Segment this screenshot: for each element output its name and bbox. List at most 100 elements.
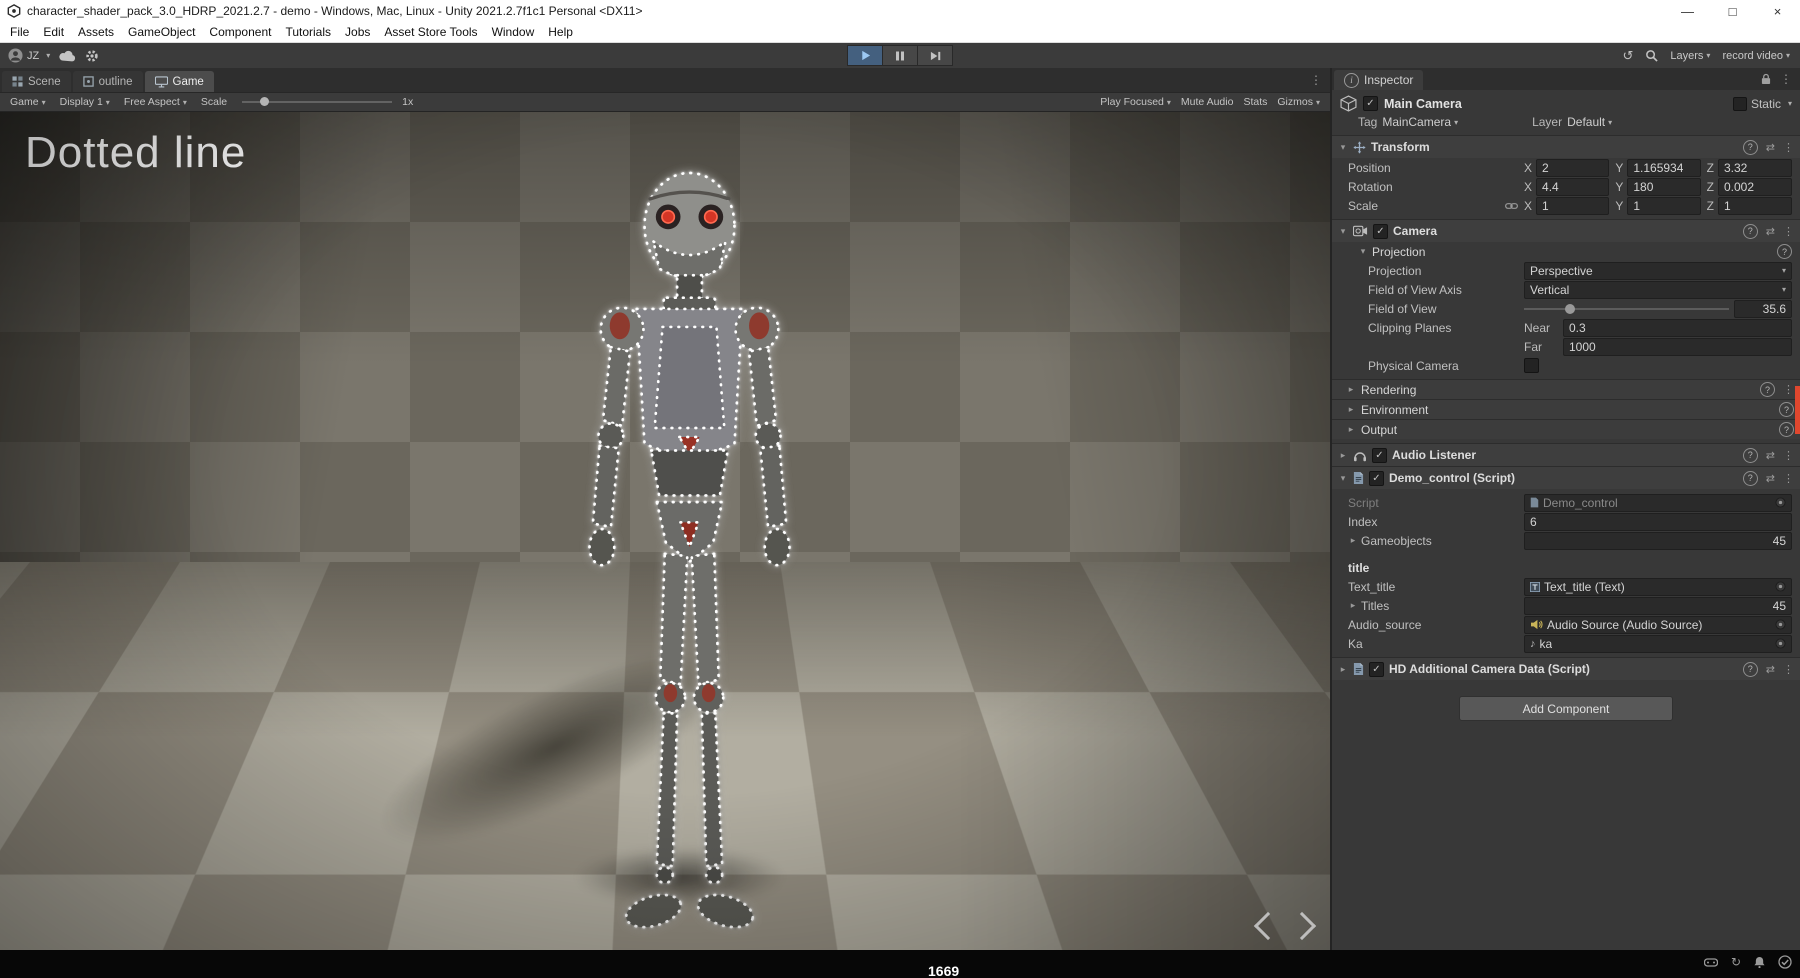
scale-y-field[interactable]: 1: [1627, 196, 1701, 215]
close-button[interactable]: ×: [1755, 0, 1800, 22]
audio-listener-header[interactable]: ▸ ✓ Audio Listener ? ⇄ ⋮: [1332, 443, 1800, 466]
position-x-field[interactable]: 2: [1536, 158, 1610, 177]
camera-header[interactable]: ▾ ✓ Camera ? ⇄ ⋮: [1332, 219, 1800, 242]
tag-dropdown[interactable]: MainCamera ▾: [1382, 115, 1458, 129]
tab-outline[interactable]: outline: [72, 71, 143, 92]
foldout-icon[interactable]: ▾: [1358, 246, 1368, 257]
fov-value-field[interactable]: 35.6: [1734, 299, 1792, 318]
gameobject-active-checkbox[interactable]: ✓: [1363, 96, 1378, 111]
search-icon[interactable]: [1645, 49, 1659, 62]
foldout-icon[interactable]: ▸: [1346, 404, 1356, 415]
layer-dropdown[interactable]: Default ▾: [1567, 115, 1612, 129]
presets-icon[interactable]: ⇄: [1766, 472, 1775, 485]
object-picker-icon[interactable]: [1775, 638, 1786, 649]
help-icon[interactable]: ?: [1742, 447, 1758, 463]
presets-icon[interactable]: ⇄: [1766, 449, 1775, 462]
object-picker-icon[interactable]: [1775, 581, 1786, 592]
bell-icon[interactable]: [1754, 956, 1765, 968]
menu-asset-store-tools[interactable]: Asset Store Tools: [377, 25, 484, 39]
camera-enabled-checkbox[interactable]: ✓: [1373, 223, 1388, 239]
tabstrip-menu-icon[interactable]: ⋮: [1310, 73, 1322, 87]
scale-link-icon[interactable]: [1505, 202, 1524, 210]
pause-button[interactable]: [883, 45, 918, 66]
help-icon[interactable]: ?: [1777, 244, 1792, 259]
progress-check-icon[interactable]: [1778, 955, 1792, 969]
component-menu-icon[interactable]: ⋮: [1783, 225, 1794, 238]
foldout-icon[interactable]: ▸: [1346, 384, 1356, 395]
static-checkbox[interactable]: ✓: [1732, 96, 1747, 111]
foldout-icon[interactable]: ▸: [1346, 424, 1356, 435]
output-foldout[interactable]: ▸ Output ?: [1332, 419, 1800, 439]
near-field[interactable]: 0.3: [1563, 318, 1792, 337]
play-focused-dropdown[interactable]: Play Focused ▾: [1095, 96, 1176, 108]
help-icon[interactable]: ?: [1760, 382, 1775, 397]
section-menu-icon[interactable]: ⋮: [1783, 383, 1794, 396]
lock-icon[interactable]: [1761, 73, 1771, 85]
presets-icon[interactable]: ⇄: [1766, 663, 1775, 676]
projection-group-foldout[interactable]: ▾ Projection ?: [1332, 242, 1800, 261]
mute-audio-button[interactable]: Mute Audio: [1176, 96, 1239, 108]
far-field[interactable]: 1000: [1563, 337, 1792, 356]
gameobjects-size-field[interactable]: 45: [1524, 531, 1792, 550]
foldout-icon[interactable]: ▸: [1338, 450, 1348, 461]
step-button[interactable]: [918, 45, 953, 66]
rotation-y-field[interactable]: 180: [1627, 177, 1701, 196]
menu-component[interactable]: Component: [202, 25, 278, 39]
activity-icon[interactable]: [1703, 957, 1718, 968]
help-icon[interactable]: ?: [1742, 139, 1758, 155]
text-title-field[interactable]: Text_title (Text): [1524, 577, 1792, 596]
account-dropdown[interactable]: JZ ▾: [8, 48, 50, 63]
hd-camera-data-header[interactable]: ▸ ✓ HD Additional Camera Data (Script) ?…: [1332, 657, 1800, 680]
layers-dropdown[interactable]: Layers ▾: [1670, 50, 1710, 62]
foldout-icon[interactable]: ▾: [1338, 226, 1348, 237]
foldout-icon[interactable]: ▸: [1338, 664, 1348, 675]
audio-listener-enabled-checkbox[interactable]: ✓: [1372, 447, 1387, 463]
help-icon[interactable]: ?: [1742, 470, 1758, 486]
component-menu-icon[interactable]: ⋮: [1783, 472, 1794, 485]
maximize-button[interactable]: □: [1710, 0, 1755, 22]
tab-game[interactable]: Game: [144, 71, 214, 92]
add-component-button[interactable]: Add Component: [1459, 696, 1673, 721]
environment-foldout[interactable]: ▸ Environment ?: [1332, 399, 1800, 419]
scale-slider-knob[interactable]: [260, 97, 270, 106]
menu-edit[interactable]: Edit: [36, 25, 71, 39]
object-picker-icon[interactable]: [1775, 497, 1786, 508]
game-mode-dropdown[interactable]: Game ▾: [5, 93, 51, 111]
projection-dropdown[interactable]: Perspective ▾: [1524, 261, 1792, 280]
game-viewport[interactable]: Dotted line: [0, 112, 1330, 950]
demo-control-header[interactable]: ▾ ✓ Demo_control (Script) ? ⇄ ⋮: [1332, 466, 1800, 489]
script-field[interactable]: Demo_control: [1524, 493, 1792, 512]
static-control[interactable]: ✓ Static ▾: [1732, 96, 1792, 111]
gizmos-dropdown[interactable]: Gizmos ▾: [1272, 96, 1325, 108]
undo-history-icon[interactable]: ↺: [1622, 48, 1633, 64]
object-picker-icon[interactable]: [1775, 619, 1786, 630]
layout-dropdown[interactable]: record video ▾: [1722, 50, 1790, 62]
menu-gameobject[interactable]: GameObject: [121, 25, 202, 39]
help-icon[interactable]: ?: [1779, 422, 1794, 437]
rotation-x-field[interactable]: 4.4: [1536, 177, 1610, 196]
demo-control-enabled-checkbox[interactable]: ✓: [1369, 470, 1384, 486]
presets-icon[interactable]: ⇄: [1766, 225, 1775, 238]
scale-z-field[interactable]: 1: [1718, 196, 1792, 215]
tab-inspector[interactable]: i Inspector: [1334, 70, 1424, 90]
hd-camera-data-enabled-checkbox[interactable]: ✓: [1369, 661, 1384, 677]
titles-size-field[interactable]: 45: [1524, 596, 1792, 615]
component-menu-icon[interactable]: ⋮: [1783, 663, 1794, 676]
cloud-icon[interactable]: [59, 50, 76, 62]
aspect-dropdown[interactable]: Free Aspect ▾: [119, 93, 192, 111]
play-button[interactable]: [847, 45, 883, 66]
minimize-button[interactable]: —: [1665, 0, 1710, 22]
index-field[interactable]: 6: [1524, 512, 1792, 531]
position-y-field[interactable]: 1.165934: [1627, 158, 1701, 177]
foldout-icon[interactable]: ▾: [1338, 473, 1348, 484]
tab-scene[interactable]: Scene: [2, 71, 71, 92]
component-menu-icon[interactable]: ⋮: [1783, 141, 1794, 154]
foldout-icon[interactable]: ▾: [1338, 142, 1348, 153]
foldout-icon[interactable]: ▸: [1348, 535, 1358, 546]
refresh-icon[interactable]: ↻: [1731, 955, 1741, 969]
menu-window[interactable]: Window: [485, 25, 542, 39]
gameobject-name[interactable]: Main Camera: [1384, 97, 1462, 111]
rendering-foldout[interactable]: ▸ Rendering ? ⋮: [1332, 379, 1800, 399]
foldout-icon[interactable]: ▸: [1348, 600, 1358, 611]
ka-field[interactable]: ♪ ka: [1524, 634, 1792, 653]
